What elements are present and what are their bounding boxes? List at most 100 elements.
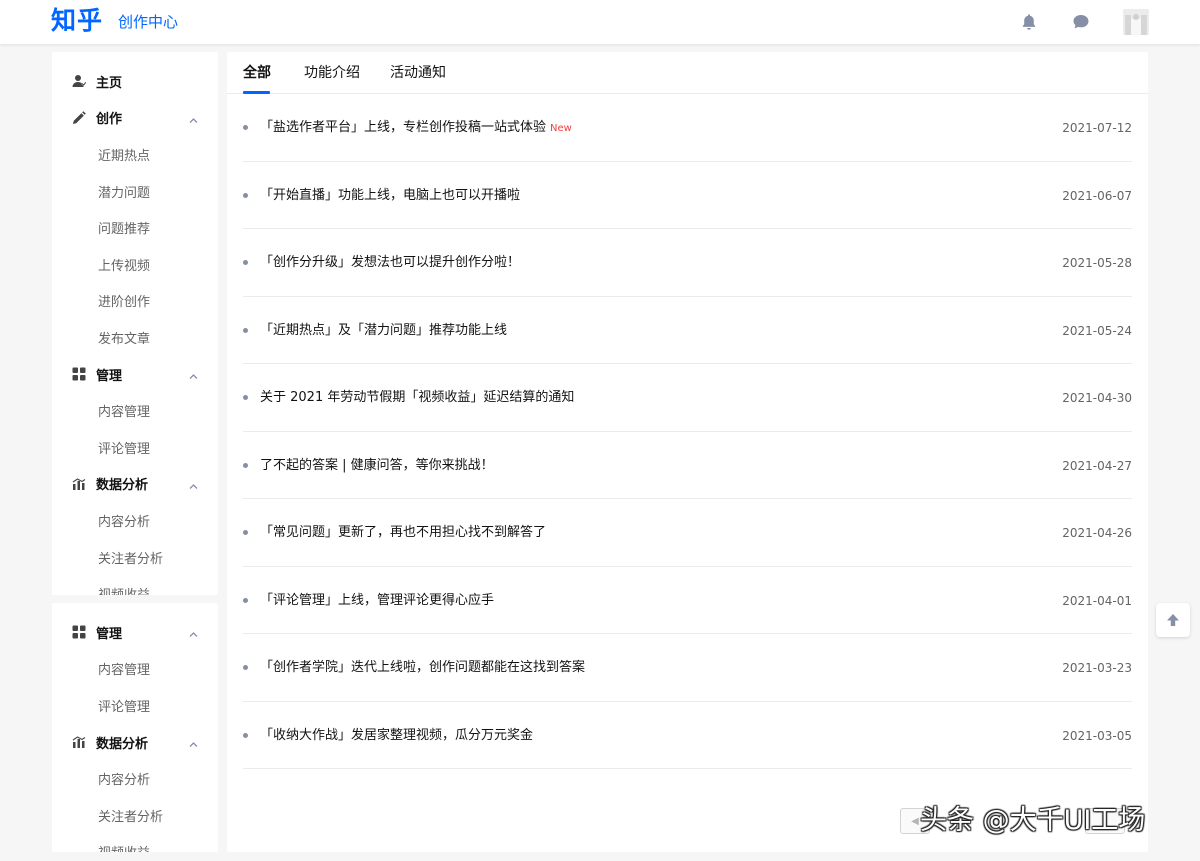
sidebar-item-advanced-creation[interactable]: 进阶创作 (52, 283, 218, 320)
sidebar-group-manage[interactable]: 管理 (52, 356, 218, 393)
chevron-up-icon[interactable] (189, 628, 198, 637)
sidebar-item-content-management[interactable]: 内容管理 (52, 651, 218, 688)
user-home-icon (72, 74, 86, 88)
sidebar-item-follower-analytics[interactable]: 关注者分析 (52, 797, 218, 834)
announcement-date: 2021-03-05 (1062, 728, 1132, 743)
bullet-dot (243, 530, 248, 535)
pencil-icon (72, 111, 86, 125)
announcement-title-text: 「创作者学院」迭代上线啦，创作问题都能在这找到答案 (260, 660, 586, 675)
announcement-title[interactable]: 「盐选作者平台」上线，专栏创作投稿一站式体验 New (260, 119, 572, 137)
announcement-title-text: 关于 2021 年劳动节假期「视频收益」延迟结算的通知 (260, 390, 575, 405)
announcement-row[interactable]: 了不起的答案 | 健康问答，等你来挑战！ 2021-04-27 (243, 432, 1132, 499)
announcement-title-text: 「评论管理」上线，管理评论更得心应手 (260, 592, 495, 608)
bell-icon[interactable] (1019, 12, 1039, 32)
chevron-up-icon[interactable] (189, 480, 198, 489)
sidebar-item-content-management[interactable]: 内容管理 (52, 392, 218, 429)
sidebar-group-analytics[interactable]: 数据分析 (52, 724, 218, 761)
announcement-title-text: 「收纳大作战」发居家整理视频，瓜分万元奖金 (260, 727, 534, 743)
announcement-date: 2021-04-27 (1062, 458, 1132, 473)
creator-center-title[interactable]: 创作中心 (118, 12, 178, 32)
sidebar-item-trending[interactable]: 近期热点 (52, 136, 218, 173)
announcement-row[interactable]: 「盐选作者平台」上线，专栏创作投稿一站式体验 New 2021-07-12 (243, 94, 1132, 162)
new-badge: New (550, 123, 572, 134)
announcement-date: 2021-04-01 (1062, 593, 1132, 608)
announcement-date: 2021-05-24 (1062, 323, 1132, 338)
announcement-panel: 全部 功能介绍 活动通知 「盐选作者平台」上线，专栏创作投稿一站式体验 New 20… (227, 52, 1148, 852)
tab-features[interactable]: 功能介绍 (304, 65, 360, 82)
chevron-up-icon[interactable] (189, 370, 198, 379)
announcement-title[interactable]: 关于 2021 年劳动节假期「视频收益」延迟结算的通知 (260, 389, 578, 407)
announcement-title[interactable]: 「创作分升级」发想法也可以提升创作分啦！ (260, 254, 524, 272)
sidebar-item-recommended-questions[interactable]: 问题推荐 (52, 209, 218, 246)
announcement-title-text: 「盐选作者平台」上线，专栏创作投稿一站式体验 (260, 120, 547, 135)
grid-icon (72, 367, 86, 381)
announcement-row[interactable]: 「创作分升级」发想法也可以提升创作分啦！ 2021-05-28 (243, 229, 1132, 297)
sidebar-group-label: 管理 (96, 626, 123, 642)
announcement-title[interactable]: 「常见问题」更新了，再也不用担心找不到解答了 (260, 524, 550, 542)
announcement-date: 2021-04-26 (1062, 526, 1132, 540)
sidebar-item-video-revenue[interactable]: 视频收益 (52, 834, 218, 852)
chat-icon[interactable] (1071, 12, 1091, 32)
zhihu-logo[interactable]: 知乎 (51, 5, 103, 37)
back-to-top-button[interactable] (1156, 603, 1190, 637)
sidebar-group-manage[interactable]: 管理 (52, 614, 218, 651)
announcement-date: 2021-04-30 (1062, 391, 1132, 405)
bar-chart-icon (72, 735, 86, 749)
sidebar-group-analytics[interactable]: 数据分析 (52, 466, 218, 503)
announcement-title-text: 「近期热点」及「潜力问题」推荐功能上线 (260, 322, 508, 338)
tab-bar: 全部 功能介绍 活动通知 (227, 52, 1148, 94)
announcement-title[interactable]: 「收纳大作战」发居家整理视频，瓜分万元奖金 (260, 727, 537, 745)
announcement-title-text: 「常见问题」更新了，再也不用担心找不到解答了 (260, 525, 547, 540)
bullet-dot (243, 462, 248, 468)
sidebar-item-publish-article[interactable]: 发布文章 (52, 319, 218, 356)
sidebar-item-video-revenue[interactable]: 视频收益 (52, 575, 218, 595)
arrow-up-icon (1167, 614, 1179, 626)
announcement-date: 2021-05-28 (1062, 256, 1132, 270)
sidebar-item-content-analytics[interactable]: 内容分析 (52, 502, 218, 539)
bullet-dot (243, 665, 248, 670)
announcement-title[interactable]: 「创作者学院」迭代上线啦，创作问题都能在这找到答案 (260, 659, 589, 677)
sidebar-item-home[interactable]: 主页 (52, 63, 218, 100)
announcement-row[interactable]: 关于 2021 年劳动节假期「视频收益」延迟结算的通知 2021-04-30 (243, 364, 1132, 432)
announcement-title-text: 了不起的答案 | 健康问答，等你来挑战！ (260, 457, 494, 473)
bullet-dot (243, 327, 248, 333)
announcement-title[interactable]: 「评论管理」上线，管理评论更得心应手 (260, 592, 498, 610)
announcement-date: 2021-07-12 (1062, 121, 1132, 135)
sidebar-item-content-analytics[interactable]: 内容分析 (52, 760, 218, 797)
announcement-title[interactable]: 了不起的答案 | 健康问答，等你来挑战！ (260, 457, 498, 475)
chevron-up-icon[interactable] (189, 114, 198, 123)
announcement-date: 2021-03-23 (1062, 661, 1132, 675)
avatar[interactable] (1123, 9, 1149, 35)
announcement-title[interactable]: 「近期热点」及「潜力问题」推荐功能上线 (260, 322, 511, 340)
watermark: 头条 @大千UI工场 (920, 805, 1146, 836)
sidebar-item-comment-management[interactable]: 评论管理 (52, 429, 218, 466)
sidebar-group-label: 数据分析 (96, 736, 149, 752)
sidebar-item-potential-questions[interactable]: 潜力问题 (52, 173, 218, 210)
announcement-title[interactable]: 「开始直播」功能上线，电脑上也可以开播啦 (260, 187, 524, 205)
sidebar-group-label: 创作 (96, 112, 123, 128)
sidebar-item-upload-video[interactable]: 上传视频 (52, 246, 218, 283)
bar-chart-icon (72, 477, 86, 491)
sidebar-group-label: 数据分析 (96, 478, 149, 494)
sidebar-group-label: 管理 (96, 368, 123, 384)
sidebar-nav-secondary: 管理 内容管理 评论管理 数据分析 内容分析 关注者分析 视频收益 (52, 603, 218, 852)
announcement-row[interactable]: 「收纳大作战」发居家整理视频，瓜分万元奖金 2021-03-05 (243, 702, 1132, 769)
announcement-row[interactable]: 「创作者学院」迭代上线啦，创作问题都能在这找到答案 2021-03-23 (243, 634, 1132, 702)
tab-events[interactable]: 活动通知 (390, 65, 446, 82)
announcement-row[interactable]: 「常见问题」更新了，再也不用担心找不到解答了 2021-04-26 (243, 499, 1132, 567)
sidebar-group-create[interactable]: 创作 (52, 100, 218, 137)
announcement-row[interactable]: 「评论管理」上线，管理评论更得心应手 2021-04-01 (243, 567, 1132, 634)
bullet-dot (243, 260, 248, 265)
announcement-title-text: 「开始直播」功能上线，电脑上也可以开播啦 (260, 187, 521, 203)
announcement-date: 2021-06-07 (1062, 188, 1132, 203)
sidebar-item-follower-analytics[interactable]: 关注者分析 (52, 539, 218, 576)
announcement-row[interactable]: 「开始直播」功能上线，电脑上也可以开播啦 2021-06-07 (243, 162, 1132, 229)
tab-all[interactable]: 全部 (243, 65, 271, 82)
sidebar-item-comment-management[interactable]: 评论管理 (52, 687, 218, 724)
bullet-dot (243, 192, 248, 198)
bullet-dot (243, 597, 248, 603)
chevron-up-icon[interactable] (189, 738, 198, 747)
announcement-row[interactable]: 「近期热点」及「潜力问题」推荐功能上线 2021-05-24 (243, 297, 1132, 364)
grid-icon (72, 625, 86, 639)
top-bar: 知乎 创作中心 (0, 0, 1200, 44)
